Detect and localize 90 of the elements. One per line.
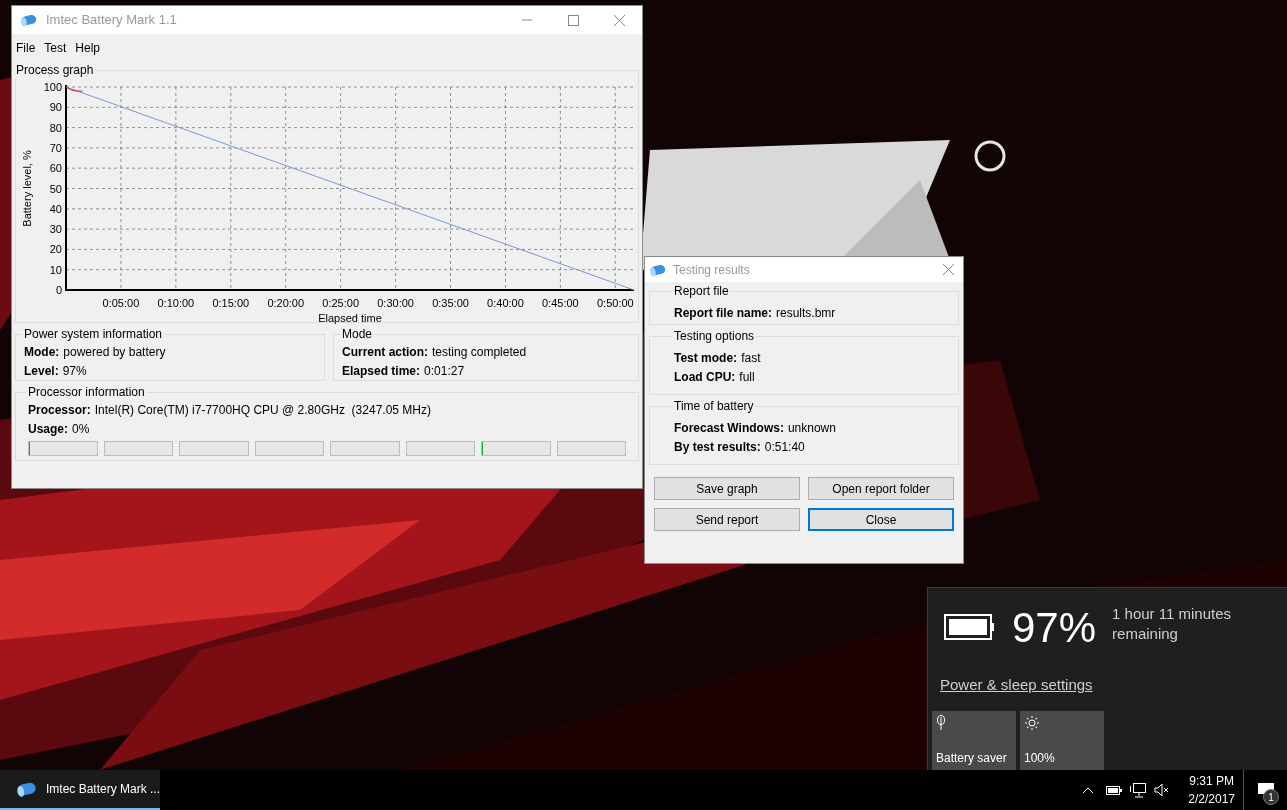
- field-value: 0:01:27: [424, 363, 465, 380]
- battery-app-icon: [20, 13, 38, 27]
- field-value: full: [739, 369, 755, 386]
- cpu-core-bar: [330, 441, 400, 456]
- field-value: Intel(R) Core(TM) i7-7700HQ CPU @ 2.80GHz (3247.05 MHz): [94, 402, 431, 419]
- field-value: 0:51:40: [764, 439, 805, 456]
- field-value: testing completed: [432, 344, 527, 361]
- cpu-core-bar: [103, 441, 173, 456]
- window-title: Imtec Battery Mark 1.1: [46, 11, 177, 30]
- field-label: Load CPU:: [674, 369, 736, 386]
- quick-action-tile[interactable]: Battery saver: [932, 710, 1016, 771]
- field-label: By test results:: [674, 439, 761, 456]
- field-label: Test mode:: [674, 350, 738, 367]
- menu-item[interactable]: Help: [75, 38, 101, 57]
- sun-icon: [1024, 714, 1040, 731]
- field-label: Forecast Windows:: [674, 420, 784, 437]
- power-settings-link[interactable]: Power & sleep settings: [940, 674, 1275, 697]
- group-title: Processor information: [27, 384, 146, 401]
- field-value: fast: [741, 350, 761, 367]
- clock-time: 9:31 PM: [1189, 773, 1234, 790]
- x-tick-label: 0:25:00: [322, 297, 359, 309]
- y-tick-label: 20: [49, 243, 62, 256]
- cpu-core-bar: [254, 441, 324, 456]
- volume-muted-icon[interactable]: [1154, 783, 1171, 797]
- field-label: Elapsed time:: [342, 363, 421, 380]
- x-tick-label: 0:20:00: [267, 297, 305, 309]
- x-tick-label: 0:05:00: [102, 297, 140, 309]
- group-title: Process graph: [15, 62, 95, 79]
- menu-item[interactable]: File: [16, 38, 36, 57]
- battery-percent: 97%: [1012, 604, 1097, 652]
- field-value: results.bmr: [776, 305, 836, 322]
- battery-app-icon: [649, 262, 667, 277]
- y-tick-label: 0: [55, 284, 62, 296]
- cpu-core-bar: [556, 441, 626, 456]
- y-tick-label: 70: [49, 141, 62, 154]
- dialog-button[interactable]: Save graph: [654, 477, 800, 500]
- quick-action-tile[interactable]: 100%: [1020, 710, 1104, 771]
- dialog-button[interactable]: Close: [808, 508, 954, 531]
- dialog-button[interactable]: Send report: [654, 508, 800, 531]
- y-tick-label: 30: [49, 223, 62, 236]
- y-tick-label: 40: [49, 202, 62, 215]
- battery-app-icon: [16, 781, 38, 797]
- x-tick-label: 0:50:00: [596, 297, 634, 309]
- maximize-icon: [567, 14, 579, 26]
- close-icon: [942, 264, 954, 275]
- clock-date: 2/2/2017: [1188, 791, 1235, 808]
- y-axis-title: Battery level, %: [21, 150, 33, 227]
- y-tick-label: 90: [49, 101, 62, 114]
- y-tick-label: 100: [43, 81, 62, 93]
- group-title: Testing options: [673, 328, 756, 345]
- leaf-icon: [936, 714, 946, 731]
- cpu-core-bar: [179, 441, 249, 456]
- y-tick-label: 80: [49, 121, 62, 134]
- battery-icon: [944, 614, 996, 642]
- battery-icon[interactable]: [1106, 785, 1123, 795]
- field-value: powered by battery: [63, 344, 166, 361]
- field-label: Report file name:: [674, 305, 772, 322]
- taskbar-app[interactable]: Imtec Battery Mark ...: [0, 770, 160, 810]
- field-label: Processor:: [28, 402, 91, 419]
- field-value: 0%: [72, 421, 90, 438]
- x-axis-title: Elapsed time: [318, 312, 382, 324]
- y-tick-label: 50: [49, 182, 62, 195]
- y-tick-label: 10: [49, 263, 62, 276]
- close-icon: [613, 14, 625, 26]
- field-value: unknown: [787, 420, 836, 437]
- x-tick-label: 0:10:00: [157, 297, 195, 309]
- cpu-core-bar: [405, 441, 475, 456]
- network-icon[interactable]: [1130, 782, 1147, 798]
- x-tick-label: 0:30:00: [377, 297, 414, 309]
- y-tick-label: 60: [49, 162, 62, 175]
- field-label: Current action:: [342, 344, 428, 361]
- group-title: Mode: [341, 326, 374, 343]
- time-remaining: 1 hour 11 minutes remaining: [1112, 604, 1233, 644]
- field-label: Mode:: [24, 344, 60, 361]
- x-tick-label: 0:45:00: [542, 297, 579, 309]
- x-tick-label: 0:15:00: [212, 297, 250, 309]
- x-tick-label: 0:40:00: [487, 297, 524, 309]
- field-label: Level:: [24, 363, 59, 380]
- x-tick-label: 0:35:00: [432, 297, 469, 309]
- group-title: Time of battery: [673, 398, 755, 415]
- group-title: Report file: [673, 283, 730, 300]
- dialog-title: Testing results: [673, 261, 750, 279]
- notification-badge: 1: [1263, 789, 1279, 805]
- menu-item[interactable]: Test: [44, 38, 67, 57]
- caret-up-icon[interactable]: [1082, 786, 1095, 794]
- dialog-button[interactable]: Open report folder: [808, 477, 954, 500]
- clock[interactable]: 9:31 PM 2/2/2017: [1180, 772, 1243, 808]
- group-title: Power system information: [23, 326, 164, 343]
- field-value: 97%: [62, 363, 87, 380]
- field-label: Usage:: [28, 421, 68, 438]
